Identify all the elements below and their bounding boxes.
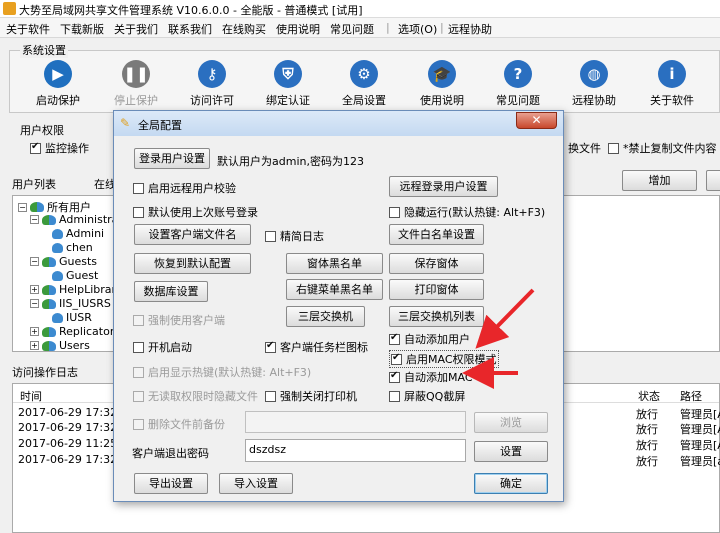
annotation-arrows [462, 288, 535, 389]
arrow-to-mac-mode [475, 288, 535, 349]
